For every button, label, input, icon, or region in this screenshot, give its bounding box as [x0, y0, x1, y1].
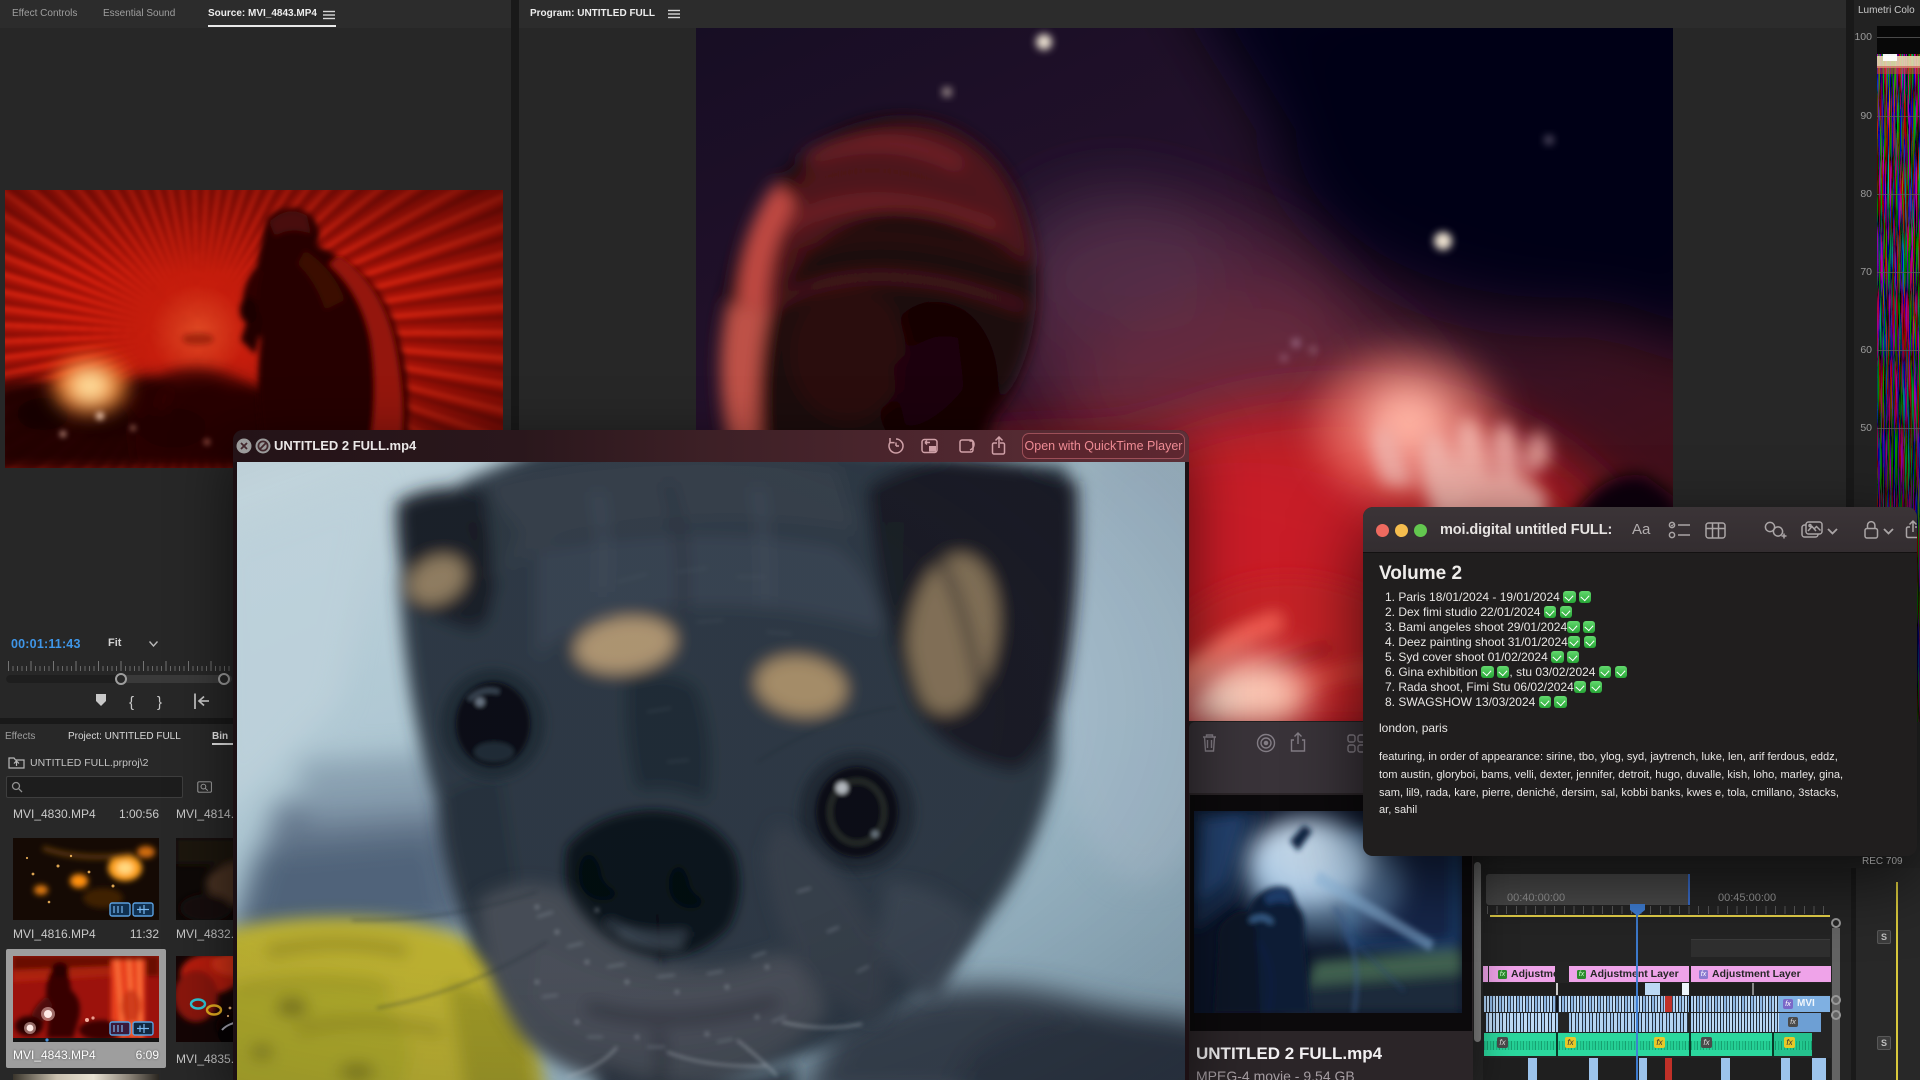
svg-text:{: {	[129, 694, 134, 711]
svg-text:}: }	[157, 694, 162, 711]
